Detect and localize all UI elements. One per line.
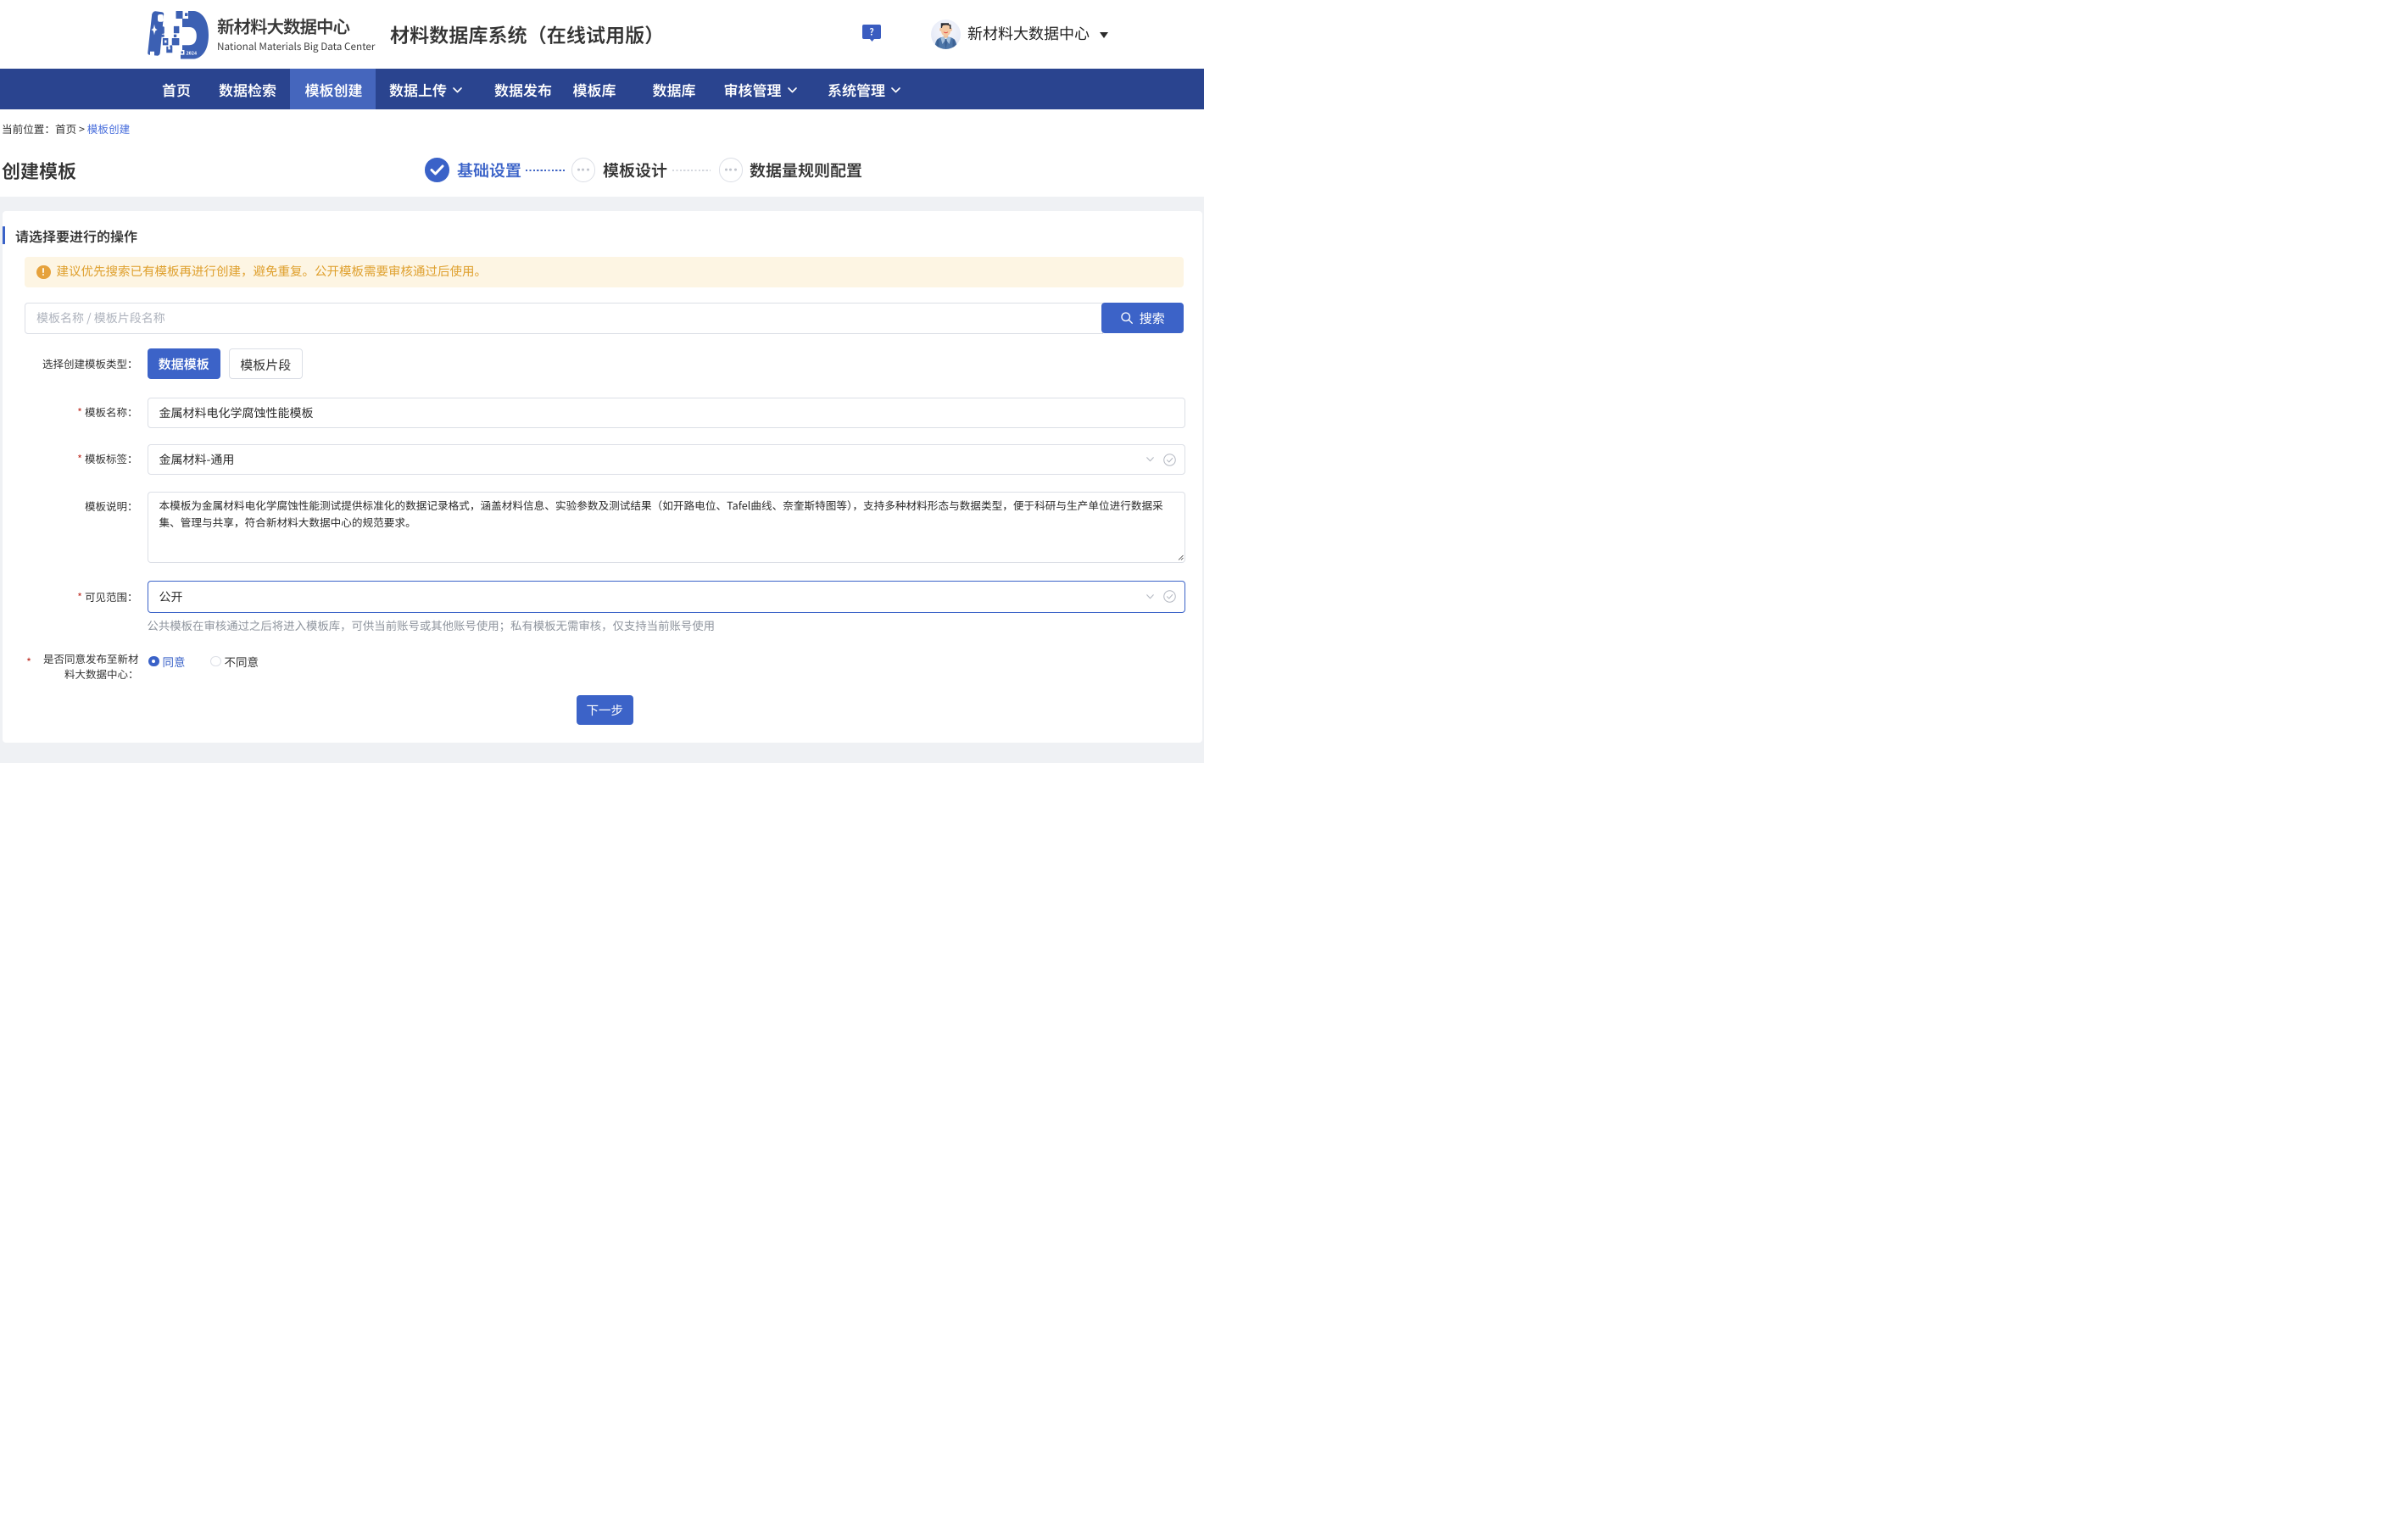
svg-text:?: ?	[869, 25, 874, 39]
svg-text:2024: 2024	[186, 49, 197, 57]
